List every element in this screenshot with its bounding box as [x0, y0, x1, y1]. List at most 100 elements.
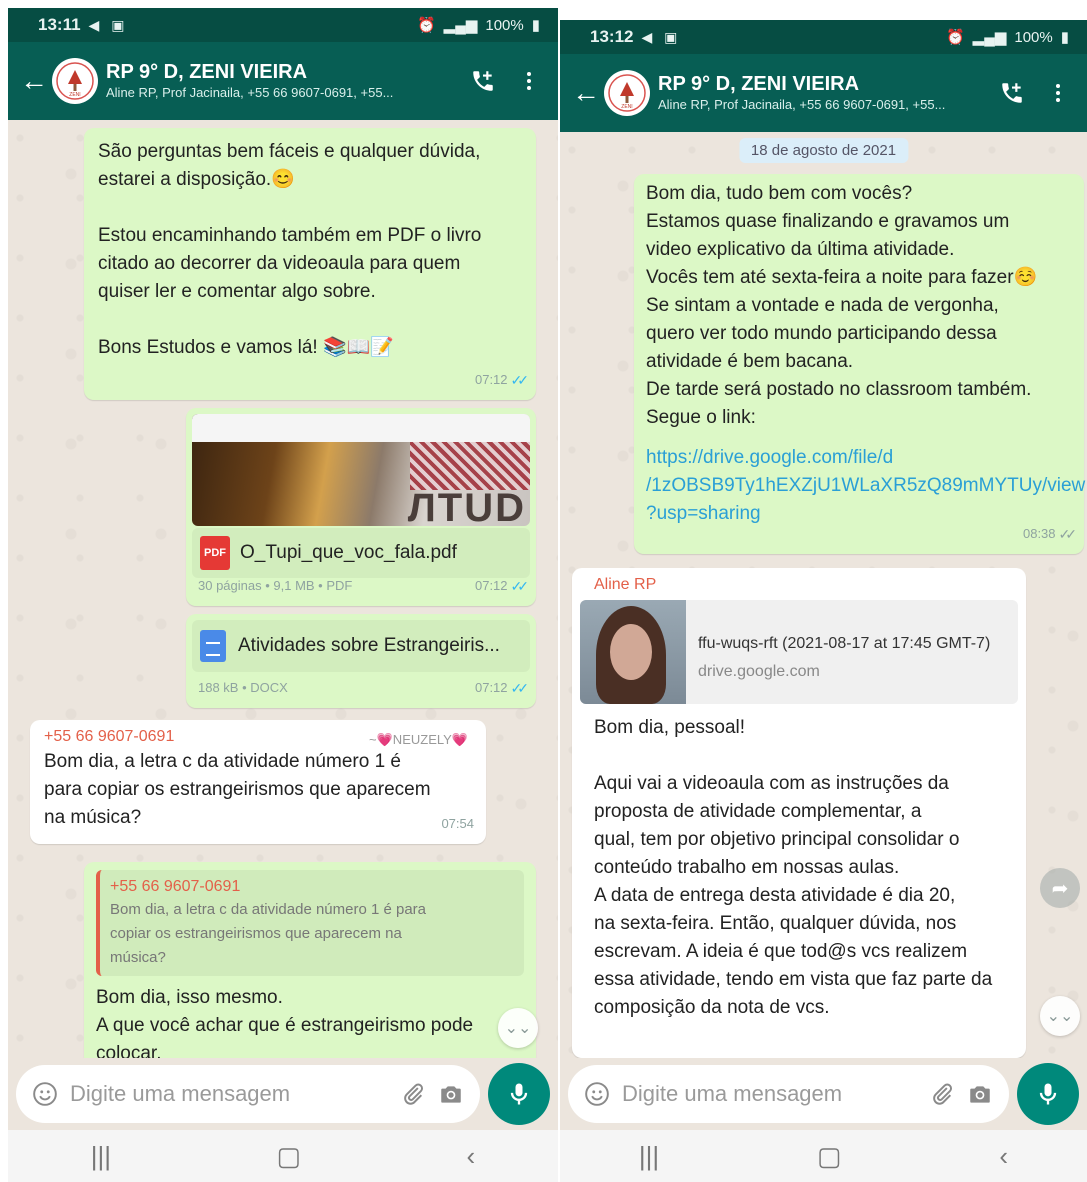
outgoing-message[interactable]: São perguntas bem fáceis e qualquer dúvi…	[84, 128, 536, 400]
chat-title-block[interactable]: RP 9° D, ZENI VIEIRA Aline RP, Prof Jaci…	[106, 60, 454, 102]
home-icon[interactable]: ▢	[817, 1141, 842, 1172]
video-thumbnail[interactable]	[580, 600, 686, 704]
pdf-icon: PDF	[200, 536, 230, 570]
group-avatar-icon[interactable]: ZENI	[604, 70, 650, 116]
right-phone-screen: 13:12 ◀ ▣ ⏰ ▂▄▆ 100% ▮ ← ZENI RP 9° D, Z…	[560, 20, 1087, 1182]
left-phone-screen: 13:11 ◀ ▣ ⏰ ▂▄▆ 100% ▮ ← ZENI RP 9° D, Z…	[8, 8, 558, 1182]
attach-icon[interactable]	[400, 1081, 426, 1107]
pdf-cover-preview[interactable]: ЛTUD	[192, 414, 530, 526]
chat-area[interactable]: 18 de agosto de 2021 Bom dia, tudo bem c…	[560, 132, 1087, 1058]
docx-file-row[interactable]: Atividades sobre Estrangeiris...	[192, 620, 530, 672]
battery-icon: ▮	[531, 17, 540, 34]
message-meta: 07:12 ✓✓	[475, 366, 529, 394]
pdf-document-message[interactable]: ЛTUD PDF O_Tupi_que_voc_fala.pdf 30 pági…	[186, 408, 536, 606]
pdf-file-row[interactable]: PDF O_Tupi_que_voc_fala.pdf	[192, 528, 530, 578]
chat-title: RP 9° D, ZENI VIEIRA	[106, 61, 308, 83]
battery-level: 100%	[485, 16, 524, 34]
nav-back-icon[interactable]: ‹	[999, 1141, 1008, 1172]
nav-back-icon[interactable]: ‹	[467, 1141, 476, 1172]
docx-document-message[interactable]: Atividades sobre Estrangeiris... 188 kB …	[186, 614, 536, 708]
message-text: São perguntas bem fáceis e qualquer dúvi…	[98, 141, 482, 358]
camera-icon[interactable]	[438, 1081, 464, 1107]
incoming-message[interactable]: Aline RP ffu-wuqs-rft (2021-08-17 at 17:…	[572, 568, 1026, 1058]
status-bar: 13:12 ◀ ▣ ⏰ ▂▄▆ 100% ▮	[560, 20, 1087, 54]
chat-header: ← ZENI RP 9° D, ZENI VIEIRA Aline RP, Pr…	[8, 42, 558, 120]
recent-apps-icon[interactable]: |||	[91, 1141, 111, 1172]
delivered-ticks-icon: ✓✓	[1058, 526, 1078, 542]
status-time: 13:12	[590, 27, 634, 46]
pdf-file-info: 30 páginas • 9,1 MB • PDF	[198, 578, 353, 593]
chat-title: RP 9° D, ZENI VIEIRA	[658, 73, 860, 95]
incoming-message[interactable]: +55 66 9607-0691 ~💗NEUZELY💗 Bom dia, a l…	[30, 720, 486, 844]
svg-text:ZENI: ZENI	[69, 92, 80, 98]
camera-icon[interactable]	[967, 1081, 993, 1107]
link-preview[interactable]: ffu-wuqs-rft (2021-08-17 at 17:45 GMT-7)…	[580, 600, 1018, 704]
docx-file-info: 188 kB • DOCX	[198, 680, 288, 695]
mic-icon[interactable]	[1017, 1063, 1079, 1125]
android-nav-bar: ||| ▢ ‹	[8, 1130, 558, 1182]
mic-icon[interactable]	[488, 1063, 550, 1125]
message-input[interactable]	[622, 1081, 917, 1107]
message-meta: 07:12 ✓✓	[474, 674, 530, 702]
status-time: 13:11	[38, 15, 81, 34]
message-time: 08:38	[1022, 526, 1056, 541]
recent-apps-icon[interactable]: |||	[639, 1141, 659, 1172]
chat-members: Aline RP, Prof Jacinaila, +55 66 9607-06…	[106, 85, 394, 100]
home-icon[interactable]: ▢	[276, 1141, 301, 1172]
scroll-down-icon[interactable]: ⌄⌄	[498, 1008, 538, 1048]
scroll-down-icon[interactable]: ⌄⌄	[1040, 996, 1080, 1036]
message-input-bar	[8, 1058, 558, 1130]
status-notification-icons: ◀ ▣	[641, 28, 682, 45]
message-text: Bom dia, a letra c da atividade número 1…	[44, 751, 431, 828]
sender-push-name: ~💗NEUZELY💗	[369, 732, 468, 747]
message-time: 07:12	[474, 680, 508, 695]
signal-icon: ▂▄▆	[972, 29, 1007, 46]
pdf-cover-text: ЛTUD	[407, 486, 526, 526]
chat-area[interactable]: São perguntas bem fáceis e qualquer dúvi…	[8, 120, 558, 1058]
message-input[interactable]	[70, 1081, 388, 1107]
status-bar: 13:11 ◀ ▣ ⏰ ▂▄▆ 100% ▮	[8, 8, 558, 42]
back-arrow-icon[interactable]: ←	[572, 77, 600, 109]
message-time: 07:54	[441, 816, 474, 831]
message-link[interactable]: https://drive.google.com/file/d /1zOBSB9…	[646, 444, 1085, 528]
more-vert-icon[interactable]	[1041, 76, 1075, 110]
emoji-icon[interactable]	[584, 1081, 610, 1107]
back-arrow-icon[interactable]: ←	[20, 65, 48, 97]
chat-header: ← ZENI RP 9° D, ZENI VIEIRA Aline RP, Pr…	[560, 54, 1087, 132]
forward-icon[interactable]: ➦	[1040, 868, 1080, 908]
link-preview-title: ffu-wuqs-rft (2021-08-17 at 17:45 GMT-7)	[698, 635, 991, 652]
chat-members: Aline RP, Prof Jacinaila, +55 66 9607-06…	[658, 97, 946, 112]
read-ticks-icon: ✓✓	[510, 680, 530, 696]
more-vert-icon[interactable]	[512, 64, 546, 98]
message-text: Bom dia, isso mesmo. A que você achar qu…	[96, 987, 474, 1058]
quoted-text: Bom dia, a letra c da atividade número 1…	[110, 901, 427, 966]
outgoing-reply-message[interactable]: +55 66 9607-0691 Bom dia, a letra c da a…	[84, 862, 536, 1058]
group-avatar-icon[interactable]: ZENI	[52, 58, 98, 104]
add-call-icon[interactable]	[995, 76, 1029, 110]
read-ticks-icon: ✓✓	[510, 578, 530, 594]
message-input-box	[568, 1065, 1009, 1123]
message-meta: 08:38 ✓✓	[1022, 520, 1078, 548]
svg-text:ZENI: ZENI	[621, 104, 632, 110]
message-meta: 07:12 ✓✓	[474, 572, 530, 600]
alarm-icon: ⏰	[416, 17, 436, 34]
message-input-bar	[560, 1058, 1087, 1130]
status-notification-icons: ◀ ▣	[88, 16, 129, 33]
docx-filename: Atividades sobre Estrangeiris...	[238, 635, 500, 656]
android-nav-bar: ||| ▢ ‹	[560, 1130, 1087, 1182]
quoted-sender: +55 66 9607-0691	[110, 878, 241, 895]
battery-icon: ▮	[1060, 29, 1069, 46]
message-sender[interactable]: Aline RP	[580, 574, 1018, 596]
quoted-message[interactable]: +55 66 9607-0691 Bom dia, a letra c da a…	[96, 870, 524, 976]
emoji-icon[interactable]	[32, 1081, 58, 1107]
outgoing-message[interactable]: Bom dia, tudo bem com vocês? Estamos qua…	[634, 174, 1085, 554]
attach-icon[interactable]	[929, 1081, 955, 1107]
battery-level: 100%	[1014, 28, 1053, 46]
chat-title-block[interactable]: RP 9° D, ZENI VIEIRA Aline RP, Prof Jaci…	[658, 72, 983, 114]
add-call-icon[interactable]	[466, 64, 500, 98]
message-time: 07:12	[474, 578, 508, 593]
pdf-filename: O_Tupi_que_voc_fala.pdf	[240, 542, 457, 563]
alarm-icon: ⏰	[945, 29, 965, 46]
signal-icon: ▂▄▆	[443, 17, 478, 34]
message-input-box	[16, 1065, 480, 1123]
